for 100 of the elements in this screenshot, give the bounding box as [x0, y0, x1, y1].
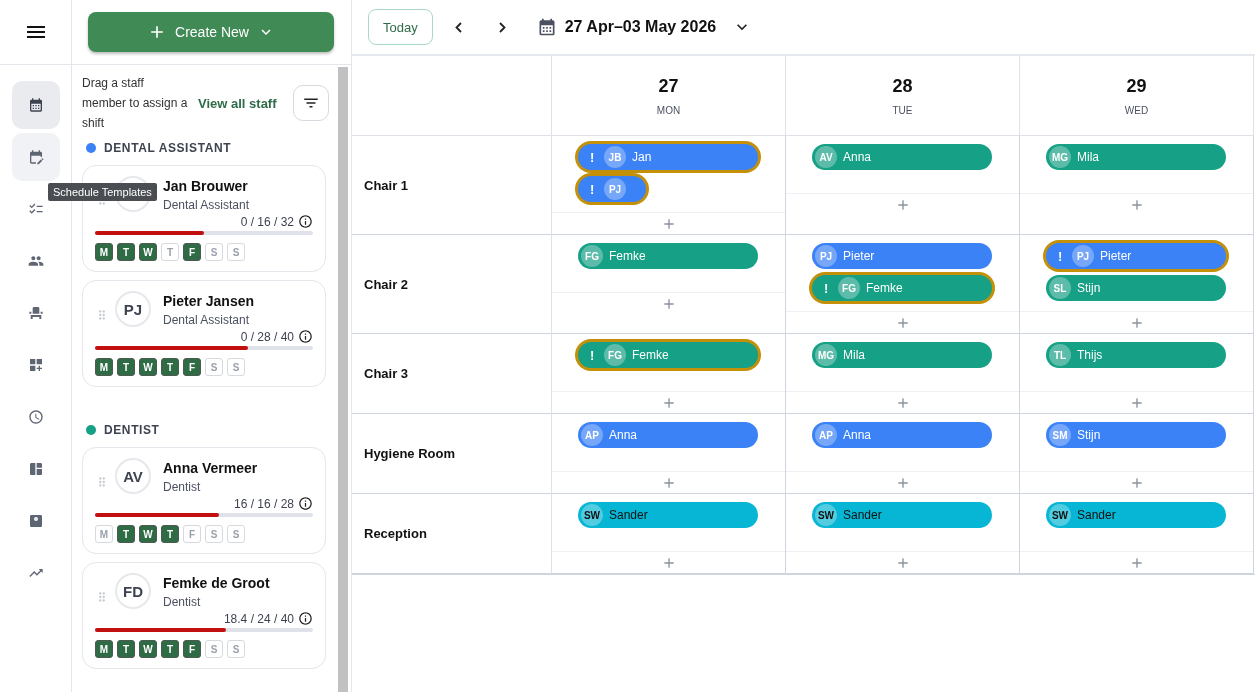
- initials-avatar: PJ: [815, 245, 837, 267]
- warning-mark: !: [590, 149, 596, 165]
- shift-pill[interactable]: SM Stijn: [1046, 422, 1226, 448]
- shift-name: Mila: [1077, 150, 1099, 164]
- day-chip: F: [183, 243, 201, 261]
- staff-card[interactable]: AV Anna Vermeer Dentist 16 / 16 / 28 M T W T F S S: [82, 447, 326, 554]
- staff-name: Femke de Groot: [163, 575, 270, 591]
- initials-avatar: AP: [815, 424, 837, 446]
- shift-name: Thijs: [1077, 348, 1103, 362]
- create-new-button[interactable]: Create New: [88, 12, 334, 52]
- day-chip: T: [161, 243, 179, 261]
- shift-pill[interactable]: ! PJ: [578, 176, 646, 202]
- initials-avatar: SW: [581, 504, 603, 526]
- group-heading: DENTAL ASSISTANT: [104, 141, 232, 155]
- row-label: Chair 2: [352, 235, 552, 334]
- shift-name: Sander: [1077, 508, 1116, 522]
- row-label: Reception: [352, 494, 552, 574]
- shift-pill[interactable]: AP Anna: [812, 422, 992, 448]
- day-chip: F: [183, 358, 201, 376]
- day-chip: W: [139, 640, 157, 658]
- row-label: Chair 3: [352, 334, 552, 414]
- initials-avatar: SM: [1049, 424, 1071, 446]
- shift-pill[interactable]: SL Stijn: [1046, 275, 1226, 301]
- day-chip: T: [161, 640, 179, 658]
- day-chip: S: [227, 640, 245, 658]
- day-number: 29: [1126, 75, 1147, 97]
- view-all-link[interactable]: View all staff: [198, 95, 277, 111]
- day-chip: S: [205, 243, 223, 261]
- initials-avatar: JB: [604, 146, 626, 168]
- staff-role: Dental Assistant: [163, 198, 250, 212]
- shift-pill[interactable]: SW Sander: [578, 502, 758, 528]
- shift-pill[interactable]: AP Anna: [578, 422, 758, 448]
- staff-name: Jan Brouwer: [163, 178, 249, 194]
- warning-mark: !: [824, 280, 830, 296]
- shift-pill[interactable]: ! JB Jan: [578, 144, 758, 170]
- weekday: TUE: [892, 104, 913, 116]
- initials-avatar: AV: [815, 146, 837, 168]
- shift-pill[interactable]: ! PJ Pieter: [1046, 243, 1226, 269]
- staff-role: Dentist: [163, 595, 202, 609]
- initials-avatar: FG: [604, 344, 626, 366]
- day-chip: S: [227, 243, 245, 261]
- day-chip: S: [205, 640, 223, 658]
- day-chip: W: [139, 243, 157, 261]
- day-chip: M: [95, 243, 113, 261]
- initials-avatar: SW: [815, 504, 837, 526]
- shift-pill[interactable]: PJ Pieter: [812, 243, 992, 269]
- hours-text: 0 / 16 / 32: [240, 214, 294, 229]
- initials-avatar: MG: [815, 344, 837, 366]
- date-range: 27 Apr–03 May 2026: [564, 18, 717, 36]
- warning-mark: !: [590, 181, 596, 197]
- day-chip: S: [205, 358, 223, 376]
- shift-name: Anna: [843, 150, 872, 164]
- hint-text: Drag a staff member to assign a shift: [82, 75, 189, 132]
- shift-pill[interactable]: SW Sander: [1046, 502, 1226, 528]
- day-chip: F: [183, 525, 201, 543]
- staff-card[interactable]: FD Femke de Groot Dentist 18.4 / 24 / 40 M T W T F S S: [82, 562, 326, 669]
- row-label: Chair 1: [352, 136, 552, 235]
- row-label: Hygiene Room: [352, 414, 552, 494]
- staff-card[interactable]: PJ Pieter Jansen Dental Assistant 0 / 28 / 40 M T W T F S S: [82, 280, 326, 387]
- staff-name: Pieter Jansen: [163, 293, 255, 309]
- day-chip: S: [205, 525, 223, 543]
- shift-name: Anna: [609, 428, 638, 442]
- group-heading: DENTIST: [104, 423, 160, 437]
- avatar: FD: [115, 573, 151, 609]
- warning-mark: !: [590, 347, 596, 363]
- hours-text: 18.4 / 24 / 40: [223, 611, 294, 626]
- day-chip: T: [161, 525, 179, 543]
- day-chip: T: [117, 640, 135, 658]
- initials-avatar: TL: [1049, 344, 1071, 366]
- weekday: WED: [1124, 104, 1149, 116]
- avatar: AV: [115, 458, 151, 494]
- initials-avatar: PJ: [604, 178, 626, 200]
- shift-pill[interactable]: MG Mila: [1046, 144, 1226, 170]
- weekday: MON: [656, 104, 681, 116]
- day-chip: W: [139, 358, 157, 376]
- shift-pill[interactable]: ! FG Femke: [578, 342, 758, 368]
- day-chip: M: [95, 525, 113, 543]
- shift-pill[interactable]: SW Sander: [812, 502, 992, 528]
- shift-pill[interactable]: AV Anna: [812, 144, 992, 170]
- initials-avatar: MG: [1049, 146, 1071, 168]
- shift-pill[interactable]: ! FG Femke: [812, 275, 992, 301]
- day-chip: M: [95, 358, 113, 376]
- shift-name: Anna: [843, 428, 872, 442]
- shift-pill[interactable]: FG Femke: [578, 243, 758, 269]
- staff-role: Dental Assistant: [163, 313, 251, 327]
- shift-name: Sander: [843, 508, 882, 522]
- day-chip: M: [95, 640, 113, 658]
- day-number: 27: [658, 75, 679, 97]
- shift-name: Stijn: [1077, 428, 1101, 442]
- hours-text: 16 / 16 / 28: [233, 496, 294, 511]
- shift-pill[interactable]: TL Thijs: [1046, 342, 1226, 368]
- shift-name: Femke: [866, 281, 903, 295]
- initials-avatar: PJ: [1072, 245, 1094, 267]
- day-chip: T: [161, 358, 179, 376]
- shift-name: Pieter: [1100, 249, 1132, 263]
- shift-name: Pieter: [843, 249, 875, 263]
- today-button[interactable]: Today: [368, 9, 433, 45]
- day-chip: S: [227, 525, 245, 543]
- shift-pill[interactable]: MG Mila: [812, 342, 992, 368]
- shift-name: Stijn: [1077, 281, 1101, 295]
